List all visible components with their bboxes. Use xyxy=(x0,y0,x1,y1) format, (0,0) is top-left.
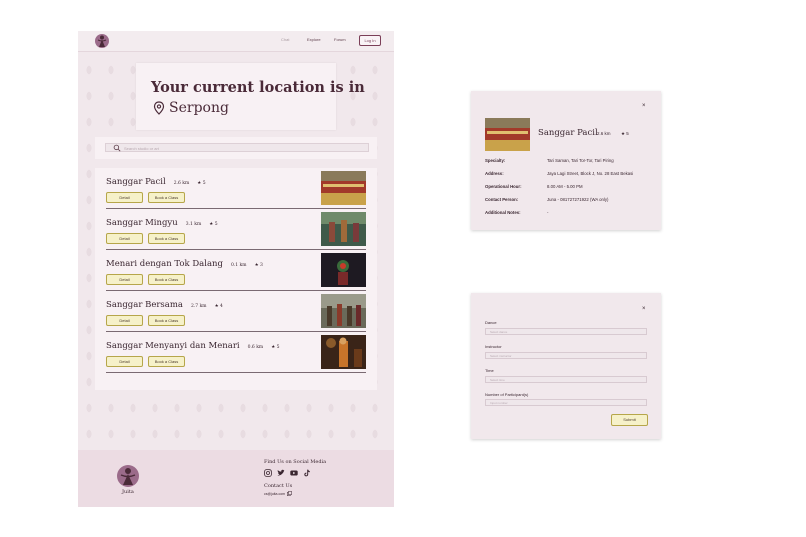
tiktok-icon[interactable] xyxy=(303,469,311,477)
participants-label: Number of Participant(s) xyxy=(485,392,529,397)
dance-select[interactable]: Select dance xyxy=(485,328,647,335)
detail-studio-distance: 2.6 km xyxy=(597,131,611,136)
book-class-button[interactable]: Book a Class xyxy=(148,233,185,244)
book-class-button[interactable]: Book a Class xyxy=(148,315,185,326)
studio-item: Sanggar Mingyu 3.1 km ★ 5 Detail Book a Cl… xyxy=(106,209,366,250)
detail-value-notes: - xyxy=(547,210,549,215)
book-class-button[interactable]: Book a Class xyxy=(148,274,185,285)
studio-distance: 0.1 km xyxy=(230,263,247,268)
detail-button[interactable]: Detail xyxy=(106,274,143,285)
detail-label-notes: Additional Notes: xyxy=(485,210,521,215)
detail-button[interactable]: Detail xyxy=(106,233,143,244)
studio-photo[interactable] xyxy=(321,171,366,205)
studio-list: Sanggar Pacil 2.6 km ★ 5 Detail Book a Cla… xyxy=(95,168,377,390)
detail-button[interactable]: Detail xyxy=(106,356,143,367)
studio-distance: 2.7 km xyxy=(190,304,207,309)
nav-link-chat[interactable]: Chat xyxy=(281,37,289,42)
top-nav: Chat Explore Forum Log In xyxy=(78,31,394,52)
studio-item: Sanggar Pacil 2.6 km ★ 5 Detail Book a Cla… xyxy=(106,168,366,209)
studio-name: Sanggar Pacil xyxy=(106,177,166,187)
studio-detail-modal: × Sanggar Pacil 2.6 km ★ 5 Specialty: Ta… xyxy=(471,91,661,230)
submit-button[interactable]: Submit xyxy=(611,414,648,426)
studio-distance: 2.6 km xyxy=(173,181,190,186)
studio-rating: ★ 3 xyxy=(254,263,263,268)
juita-logo-icon[interactable] xyxy=(94,33,110,49)
location-title: Your current location is in xyxy=(151,79,365,96)
studio-rating: ★ 4 xyxy=(214,304,223,309)
studio-photo[interactable] xyxy=(321,335,366,369)
studio-name: Sanggar Mingyu xyxy=(106,218,178,228)
studio-distance: 0.6 km xyxy=(247,345,264,350)
detail-value-hours: 8.00 AM - 5.00 PM xyxy=(547,184,583,189)
detail-value-contact: Juna - 081727271922 (WA only) xyxy=(547,197,609,202)
studio-name: Sanggar Menyanyi dan Menari xyxy=(106,341,240,351)
studio-item: Sanggar Bersama 2.7 km ★ 4 Detail Book a C… xyxy=(106,291,366,332)
juita-logo-icon xyxy=(117,465,139,487)
book-class-button[interactable]: Book a Class xyxy=(148,356,185,367)
nav-link-forum[interactable]: Forum xyxy=(334,37,346,42)
instagram-icon[interactable] xyxy=(264,469,272,477)
location-pin-icon xyxy=(153,101,165,115)
studio-photo xyxy=(485,118,530,151)
search-input[interactable]: Search studio or art xyxy=(105,143,369,152)
footer: Juita Find Us on Social Media Contact Us… xyxy=(78,450,394,507)
instructor-label: Instructor xyxy=(485,344,502,349)
main-page: Chat Explore Forum Log In Your current l… xyxy=(78,31,394,507)
detail-value-address: Jaya Lagi Street, Block J, No. 28 East B… xyxy=(547,171,634,176)
footer-brand: Juita xyxy=(122,489,134,495)
studio-item: Sanggar Menyanyi dan Menari 0.6 km ★ 5 Det… xyxy=(106,332,366,373)
login-button[interactable]: Log In xyxy=(359,35,381,46)
location-city: Serpong xyxy=(169,100,229,116)
booking-modal: × Dance Select dance Instructor Select i… xyxy=(471,293,661,439)
studio-item: Menari dengan Tok Dalang 0.1 km ★ 3 Detail… xyxy=(106,250,366,291)
detail-label-address: Address: xyxy=(485,171,504,176)
search-icon xyxy=(113,144,121,152)
location-card: Your current location is in Serpong xyxy=(136,63,365,130)
studio-photo[interactable] xyxy=(321,212,366,246)
studio-name: Sanggar Bersama xyxy=(106,300,183,310)
twitter-icon[interactable] xyxy=(277,469,285,477)
contact-title: Contact Us xyxy=(264,483,293,489)
book-class-button[interactable]: Book a Class xyxy=(148,192,185,203)
nav-link-explore[interactable]: Explore xyxy=(307,37,321,42)
time-label: Time xyxy=(485,368,494,373)
youtube-icon[interactable] xyxy=(290,469,298,477)
detail-studio-name: Sanggar Pacil xyxy=(538,128,598,138)
detail-label-hours: Operational Hour: xyxy=(485,184,522,189)
studio-rating: ★ 5 xyxy=(271,345,280,350)
search-section: Search studio or art xyxy=(95,137,377,159)
social-title: Find Us on Social Media xyxy=(264,459,327,465)
studio-rating: ★ 5 xyxy=(209,222,218,227)
detail-studio-rating: ★ 5 xyxy=(621,131,629,136)
studio-name: Menari dengan Tok Dalang xyxy=(106,259,223,269)
time-select[interactable]: Select time xyxy=(485,376,647,383)
studio-photo[interactable] xyxy=(321,253,366,287)
social-icons xyxy=(264,469,316,477)
studio-distance: 3.1 km xyxy=(185,222,202,227)
dance-label: Dance xyxy=(485,320,497,325)
close-icon[interactable]: × xyxy=(642,103,646,109)
copy-icon[interactable] xyxy=(287,491,292,496)
detail-value-specialty: Tari Saman, Tari Tor-Tor, Tari Piring xyxy=(547,158,614,163)
close-icon[interactable]: × xyxy=(642,306,646,312)
participants-input[interactable]: Input number xyxy=(485,399,647,406)
detail-button[interactable]: Detail xyxy=(106,315,143,326)
studio-photo[interactable] xyxy=(321,294,366,328)
detail-label-contact: Contact Person: xyxy=(485,197,519,202)
studio-rating: ★ 5 xyxy=(197,181,206,186)
detail-button[interactable]: Detail xyxy=(106,192,143,203)
contact-email[interactable]: cs@juita.com xyxy=(264,492,285,496)
detail-label-specialty: Specialty: xyxy=(485,158,506,163)
instructor-select[interactable]: Select instructor xyxy=(485,352,647,359)
